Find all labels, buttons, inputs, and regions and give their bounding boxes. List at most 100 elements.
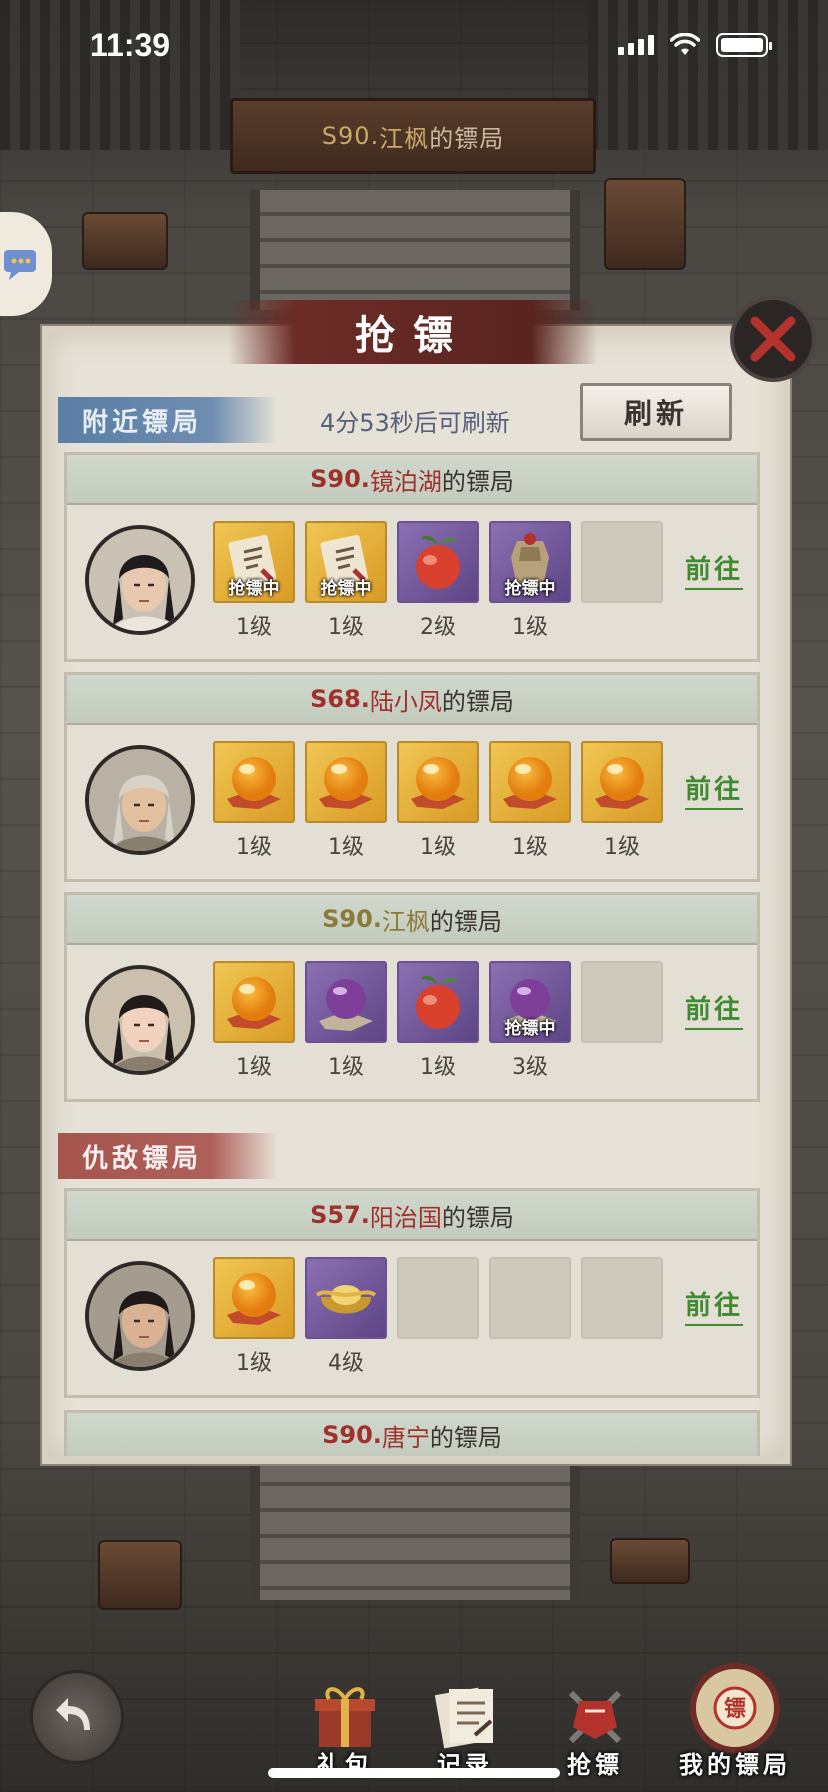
purple-orb-icon (311, 967, 381, 1037)
cargo-item (213, 961, 295, 1043)
cargo-level: 3级 (512, 1055, 548, 1080)
cargo-slot[interactable]: 1级 (489, 741, 571, 860)
cargo-level: 1级 (328, 615, 364, 640)
orb-icon (587, 747, 657, 817)
cargo-item (305, 961, 387, 1043)
cargo-slot (397, 1257, 479, 1371)
status-icons (618, 33, 772, 57)
card-owner-name: 陆小凤 (369, 687, 442, 716)
close-button[interactable] (730, 296, 816, 382)
empty-slot (581, 961, 663, 1043)
svg-text:镖: 镖 (724, 1697, 746, 1722)
panel-title: 抢镖 (228, 300, 598, 364)
cargo-slot[interactable]: 1级 (581, 741, 663, 860)
robbing-label: 抢镖中 (504, 579, 556, 599)
nav-label: 抢镖 (567, 1751, 623, 1779)
back-arrow-icon (56, 1698, 90, 1730)
robbing-label: 抢镖中 (504, 1019, 556, 1039)
cargo-level: 1级 (604, 835, 640, 860)
card-owner-name: 镜泊湖 (369, 467, 442, 496)
orb-icon (311, 747, 381, 817)
card-server: S68. (310, 685, 370, 713)
cargo-level: 1级 (328, 1055, 364, 1080)
empty-slot (489, 1257, 571, 1339)
cargo-slot[interactable]: 抢镖中 3级 (489, 961, 571, 1080)
goto-link[interactable]: 前往 (684, 549, 743, 590)
chest-decoration (604, 178, 686, 270)
owner-avatar[interactable] (85, 1261, 195, 1371)
chest-decoration (610, 1538, 690, 1584)
cargo-slot[interactable]: 4级 (305, 1257, 387, 1376)
cargo-item: 抢镖中 (305, 521, 387, 603)
cargo-item (213, 741, 295, 823)
agency-card[interactable]: S68. 陆小凤 的镖局 1级 1级 1级 1级 1级 前往 (64, 672, 760, 882)
refresh-button[interactable]: 刷新 (580, 383, 732, 441)
cargo-level: 1级 (420, 835, 456, 860)
goto-link[interactable]: 前往 (684, 989, 743, 1030)
agency-card[interactable]: S90. 镜泊湖 的镖局 抢镖中 1级 抢镖中 1级 2级 抢镖中 1级 前往 (64, 452, 760, 662)
nearby-section-tag: 附近镖局 (58, 397, 278, 443)
nav-item-2[interactable]: 抢镖 (540, 1650, 650, 1780)
agency-card[interactable]: S90. 江枫 的镖局 1级 1级 1级 抢镖中 3级 前往 (64, 892, 760, 1102)
card-server: S57. (310, 1201, 370, 1229)
card-suffix: 的镖局 (429, 907, 502, 936)
battery-icon (716, 33, 772, 57)
enemy-section-tag: 仇敌镖局 (58, 1133, 278, 1179)
chest-decoration (98, 1540, 182, 1610)
cargo-level: 1级 (236, 615, 272, 640)
cargo-slot[interactable]: 1级 (213, 741, 295, 860)
cargo-slot[interactable]: 抢镖中 1级 (489, 521, 571, 640)
cargo-slot[interactable]: 1级 (213, 961, 295, 1080)
owner-avatar[interactable] (85, 745, 195, 855)
cargo-slot[interactable]: 抢镖中 1级 (213, 521, 295, 640)
goto-link[interactable]: 前往 (684, 769, 743, 810)
robbing-label: 抢镖中 (320, 579, 372, 599)
orb-icon (403, 747, 473, 817)
cargo-slot[interactable]: 抢镖中 1级 (305, 521, 387, 640)
cargo-slot[interactable]: 1级 (397, 741, 479, 860)
card-body: 1级 1级 1级 1级 1级 前往 (67, 725, 757, 879)
cargo-slot[interactable]: 1级 (213, 1257, 295, 1376)
cargo-slot[interactable]: 1级 (305, 741, 387, 860)
owner-avatar[interactable] (85, 965, 195, 1075)
card-suffix: 的镖局 (441, 687, 514, 716)
cargo-level: 2级 (420, 615, 456, 640)
agency-card[interactable]: S57. 阳治国 的镖局 1级 4级 前往 (64, 1188, 760, 1398)
cargo-slot[interactable]: 1级 (397, 961, 479, 1080)
nav-item-0[interactable]: 礼包 (290, 1650, 400, 1780)
cargo-item (305, 741, 387, 823)
card-body: 1级 1级 1级 抢镖中 3级 前往 (67, 945, 757, 1099)
peach-icon (403, 967, 473, 1037)
chat-icon (4, 250, 36, 280)
peach-icon (403, 527, 473, 597)
orb-icon (219, 967, 289, 1037)
gold-ingot-icon (311, 1263, 381, 1333)
cargo-slot[interactable]: 2级 (397, 521, 479, 640)
cargo-level: 1级 (420, 1055, 456, 1080)
agency-card-partial[interactable]: S90. 唐宁 的镖局 (64, 1410, 760, 1456)
card-header: S90. 唐宁 的镖局 (67, 1413, 757, 1456)
card-owner-name: 唐宁 (381, 1423, 430, 1452)
card-suffix: 的镖局 (441, 467, 514, 496)
agency-sign: S90. 江枫 的镖局 (230, 98, 596, 174)
cellular-signal-icon (618, 35, 654, 55)
back-button[interactable] (30, 1670, 124, 1764)
owner-avatar[interactable] (85, 525, 195, 635)
goto-link[interactable]: 前往 (684, 1285, 743, 1326)
cargo-level: 1级 (512, 615, 548, 640)
orb-icon (219, 1263, 289, 1333)
empty-slot (581, 521, 663, 603)
nav-item-3[interactable]: 镖我的镖局 (660, 1650, 810, 1780)
card-server: S90. (310, 465, 370, 493)
cargo-level: 1级 (512, 835, 548, 860)
close-icon (750, 316, 796, 362)
refresh-countdown: 4分53秒后可刷新 (320, 408, 510, 437)
status-time: 11:39 (90, 26, 171, 63)
cargo-slot (581, 1257, 663, 1371)
nav-item-1[interactable]: 记录 (410, 1650, 520, 1780)
cargo-slot (489, 1257, 571, 1371)
cargo-level: 1级 (236, 1055, 272, 1080)
card-suffix: 的镖局 (429, 1423, 502, 1452)
cargo-slot[interactable]: 1级 (305, 961, 387, 1080)
card-header: S57. 阳治国 的镖局 (67, 1191, 757, 1241)
